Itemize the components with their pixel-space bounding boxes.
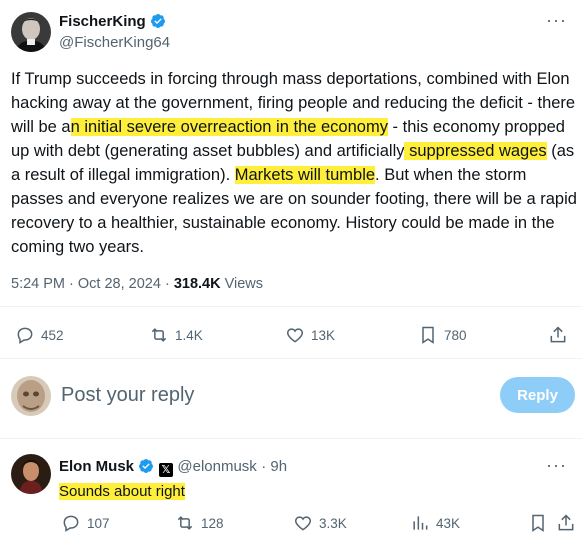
reply-icon bbox=[17, 327, 33, 344]
reply-button[interactable]: 452 bbox=[15, 325, 64, 345]
repost-icon bbox=[151, 328, 167, 342]
like-icon bbox=[286, 328, 304, 343]
like-count: 13K bbox=[311, 327, 336, 343]
more-icon[interactable]: ··· bbox=[546, 455, 567, 476]
x-affiliate-icon: 𝕏 bbox=[158, 462, 173, 477]
reply-repost-button[interactable]: 128 bbox=[175, 513, 224, 533]
highlight-markets-tumble: Markets will tumble bbox=[234, 166, 376, 184]
divider bbox=[0, 306, 582, 307]
reply-time[interactable]: · 9h bbox=[261, 458, 287, 475]
divider bbox=[0, 438, 582, 439]
reply-author-name[interactable]: Elon Musk bbox=[59, 458, 134, 475]
author-avatar[interactable] bbox=[11, 12, 51, 52]
reply-count: 452 bbox=[41, 327, 64, 343]
highlight-overreaction: n initial severe overreaction in the eco… bbox=[70, 118, 388, 136]
views-icon bbox=[413, 516, 428, 530]
verified-badge-icon bbox=[151, 14, 166, 28]
reply-reply-button[interactable]: 107 bbox=[61, 513, 110, 533]
reply-repost-count: 128 bbox=[201, 515, 224, 531]
divider bbox=[0, 358, 582, 359]
author-name[interactable]: FischerKing bbox=[59, 13, 146, 30]
like-icon bbox=[294, 516, 312, 531]
current-user-avatar[interactable] bbox=[11, 376, 51, 416]
highlight-suppressed-wages: suppressed wages bbox=[404, 142, 547, 160]
bookmark-button[interactable]: 780 bbox=[418, 325, 467, 345]
reply-author-handle[interactable]: @elonmusk bbox=[177, 458, 256, 475]
repost-icon bbox=[177, 516, 193, 530]
tweet-meta: 5:24 PM · Oct 28, 2024 · 318.4K Views bbox=[11, 276, 263, 292]
reply-text: Sounds about right bbox=[59, 483, 185, 500]
tweet-timestamp[interactable]: 5:24 PM · Oct 28, 2024 · bbox=[11, 276, 174, 292]
views-label: Views bbox=[220, 276, 264, 292]
reply-icon bbox=[63, 515, 79, 532]
more-icon[interactable]: ··· bbox=[546, 10, 567, 31]
repost-button[interactable]: 1.4K bbox=[149, 325, 203, 345]
bookmark-icon bbox=[422, 326, 434, 344]
reply-bookmark-button[interactable] bbox=[528, 513, 548, 533]
reply-input[interactable]: Post your reply bbox=[61, 384, 194, 407]
author-handle[interactable]: @FischerKing64 bbox=[59, 34, 170, 51]
reply-views-count: 43K bbox=[436, 515, 461, 531]
reply-submit-button[interactable]: Reply bbox=[500, 377, 575, 413]
tweet-text: If Trump succeeds in forcing through mas… bbox=[11, 67, 577, 259]
views-count: 318.4K bbox=[173, 276, 221, 292]
reply-like-button[interactable]: 3.3K bbox=[293, 513, 347, 533]
bookmark-icon bbox=[532, 514, 544, 532]
verified-badge-icon bbox=[139, 459, 154, 473]
reply-like-count: 3.3K bbox=[319, 515, 347, 531]
bookmark-count: 780 bbox=[444, 327, 467, 343]
share-icon bbox=[558, 514, 574, 531]
share-button[interactable] bbox=[548, 325, 568, 345]
reply-share-button[interactable] bbox=[556, 513, 576, 533]
repost-count: 1.4K bbox=[175, 327, 203, 343]
reply-author-avatar[interactable] bbox=[11, 454, 51, 494]
reply-views-button[interactable]: 43K bbox=[410, 513, 460, 533]
reply-reply-count: 107 bbox=[87, 515, 110, 531]
share-icon bbox=[550, 326, 566, 343]
like-button[interactable]: 13K bbox=[285, 325, 335, 345]
